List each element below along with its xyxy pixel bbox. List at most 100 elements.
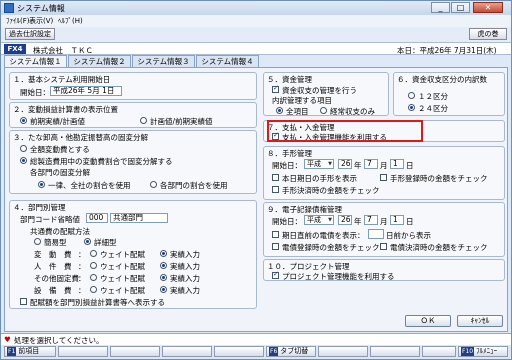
radio-all-items[interactable] bbox=[276, 107, 283, 114]
f2-empty-button[interactable] bbox=[58, 346, 108, 357]
year-field[interactable]: 26 bbox=[338, 215, 352, 225]
month-field[interactable]: 7 bbox=[364, 159, 378, 169]
past-settings-button[interactable]: 過去仕訳設定 bbox=[5, 28, 55, 40]
tora-no-maki-button[interactable]: 虎の巻 bbox=[469, 28, 507, 40]
section-display-position: ２．変動損益計算書の表示位置 前期実績/計画値 計画値/前期実績値 bbox=[9, 102, 257, 128]
menu-bar: ﾌｧｲﾙ(F) 表示(V) ﾍﾙﾌﾟ(H) bbox=[1, 15, 511, 27]
radio-weight[interactable] bbox=[90, 286, 97, 293]
f6-label: タブ切替 bbox=[280, 347, 309, 355]
alloc-row-label: 人 件 費 bbox=[34, 262, 72, 271]
section-electronic-claims: ９．電子記録債権管理 開始日： 平成 26 年 7 月 1 日 期日直前の電債を… bbox=[263, 202, 505, 257]
tab-system-info-2[interactable]: システム情報２ bbox=[68, 55, 131, 67]
f3-empty-button[interactable] bbox=[110, 346, 160, 357]
colon: ： bbox=[78, 262, 86, 271]
section-title: ８．手形管理 bbox=[267, 149, 312, 158]
f9-empty-button[interactable] bbox=[422, 346, 456, 357]
f4-empty-button[interactable] bbox=[162, 346, 212, 357]
day-field[interactable]: 1 bbox=[390, 215, 404, 225]
radio-all-variable[interactable] bbox=[20, 145, 27, 152]
radio-label: 実績入力 bbox=[170, 250, 200, 259]
app-window: システム情報 _ □ ✕ ﾌｧｲﾙ(F) 表示(V) ﾍﾙﾌﾟ(H) 過去仕訳設… bbox=[0, 0, 512, 360]
radio-weight[interactable] bbox=[90, 262, 97, 269]
radio-label: 実績入力 bbox=[170, 274, 200, 283]
days-suffix: 日前から表示 bbox=[386, 231, 431, 240]
radio-label: 簡易型 bbox=[44, 238, 67, 247]
section-fund-management: ５．資金管理 資金収支の管理を行う 内訳管理する項目 全項目 経常収支のみ bbox=[263, 72, 389, 116]
year-unit: 年 bbox=[354, 161, 362, 170]
radio-24-categories[interactable] bbox=[408, 104, 415, 111]
radio-actual[interactable] bbox=[160, 250, 167, 257]
radio-company-ratio[interactable] bbox=[38, 181, 45, 188]
checkbox-show-allocation[interactable] bbox=[20, 298, 27, 305]
section-fixed-variable: ３．たな卸高・他勘定振替高の固変分解 全額変動費とする 総製造費用中の変動費割合… bbox=[9, 130, 257, 194]
era-select[interactable]: 平成 bbox=[304, 159, 334, 169]
checkbox-fund-flow[interactable] bbox=[272, 84, 279, 93]
checkbox-notes-settle-check[interactable] bbox=[272, 186, 279, 193]
checkbox-label: 手形決済時の金額をチェック bbox=[282, 186, 380, 195]
year-field[interactable]: 26 bbox=[338, 159, 352, 169]
minimize-button[interactable]: _ bbox=[431, 2, 450, 13]
radio-label: 全項目 bbox=[286, 107, 309, 116]
checkbox-notes-due-today[interactable] bbox=[272, 174, 279, 181]
checkbox-claims-register-check[interactable] bbox=[272, 243, 279, 250]
f8-empty-button[interactable] bbox=[370, 346, 420, 357]
day-field[interactable]: 1 bbox=[390, 159, 404, 169]
radio-actual[interactable] bbox=[160, 262, 167, 269]
today-date: 本日：平成26年 7月31日(木) bbox=[397, 46, 497, 55]
radio-dept-ratio[interactable] bbox=[150, 181, 157, 188]
start-date-field[interactable]: 平成26年 5月 1日 bbox=[50, 86, 122, 96]
era-select[interactable]: 平成 bbox=[304, 215, 334, 225]
radio-actual[interactable] bbox=[160, 286, 167, 293]
f10-full-menu-button[interactable]: F10 ﾌﾙﾒﾆｭｰ bbox=[458, 346, 508, 357]
tab-system-info-3[interactable]: システム情報３ bbox=[132, 55, 195, 67]
radio-12-categories[interactable] bbox=[408, 92, 415, 99]
f7-empty-button[interactable] bbox=[318, 346, 368, 357]
checkbox-label: プロジェクト管理機能を利用する bbox=[282, 272, 395, 281]
tab-system-info-4[interactable]: システム情報４ bbox=[196, 55, 259, 67]
radio-weight[interactable] bbox=[90, 250, 97, 257]
radio-actual[interactable] bbox=[160, 274, 167, 281]
radio-prior-plan[interactable] bbox=[20, 117, 27, 124]
section-title: ３．たな卸高・他勘定振替高の固変分解 bbox=[13, 133, 148, 142]
cancel-button[interactable]: ｷｬﾝｾﾙ bbox=[457, 315, 503, 327]
f5-empty-button[interactable] bbox=[214, 346, 264, 357]
product-badge: FX4 bbox=[4, 44, 26, 54]
colon: ： bbox=[78, 274, 86, 283]
highlight-box bbox=[267, 120, 423, 142]
menu-help[interactable]: ﾍﾙﾌﾟ(H) bbox=[58, 16, 83, 26]
radio-label: 計画値/前期実績値 bbox=[150, 117, 213, 126]
dept-name-field[interactable]: 共通部門 bbox=[110, 213, 168, 223]
maximize-button[interactable]: □ bbox=[451, 2, 470, 13]
day-unit: 日 bbox=[406, 217, 414, 226]
f1-prev-item-button[interactable]: F1 前項目 bbox=[4, 346, 56, 357]
days-before-field[interactable] bbox=[368, 229, 384, 239]
radio-ordinary-only[interactable] bbox=[320, 107, 327, 114]
checkbox-project-feature[interactable] bbox=[272, 270, 279, 279]
dept-code-field[interactable]: 000 bbox=[86, 213, 108, 223]
radio-detailed[interactable] bbox=[84, 238, 91, 245]
f6-tab-switch-button[interactable]: F6 タブ切替 bbox=[266, 346, 316, 357]
radio-label: 全額変動費とする bbox=[30, 145, 90, 154]
radio-plan-prior[interactable] bbox=[140, 117, 147, 124]
section-title: １．基本システム利用開始日 bbox=[13, 75, 111, 84]
f1-key-icon: F1 bbox=[7, 347, 17, 356]
checkbox-notes-register-check[interactable] bbox=[380, 174, 387, 181]
colon: ： bbox=[78, 286, 86, 295]
alloc-row-label: 設 備 費 bbox=[34, 286, 72, 295]
checkbox-claims-due-soon[interactable] bbox=[272, 231, 279, 238]
f6-key-icon: F6 bbox=[269, 347, 279, 356]
menu-file[interactable]: ﾌｧｲﾙ(F) bbox=[6, 16, 30, 26]
checkbox-label: 手形登録時の金額をチェック bbox=[390, 174, 488, 183]
checkbox-claims-settle-check[interactable] bbox=[380, 243, 387, 250]
month-field[interactable]: 7 bbox=[364, 215, 378, 225]
radio-variable-ratio[interactable] bbox=[20, 157, 27, 164]
colon: ： bbox=[78, 250, 86, 259]
radio-weight[interactable] bbox=[90, 274, 97, 281]
sub-title: 各部門の固変分解 bbox=[30, 168, 90, 177]
radio-label: １２区分 bbox=[418, 92, 448, 101]
close-button[interactable]: ✕ bbox=[473, 2, 503, 13]
section-title: ９．電子記録債権管理 bbox=[267, 205, 342, 214]
menu-view[interactable]: 表示(V) bbox=[29, 16, 53, 26]
radio-simple[interactable] bbox=[34, 238, 41, 245]
ok-button[interactable]: ＯＫ bbox=[405, 315, 451, 327]
